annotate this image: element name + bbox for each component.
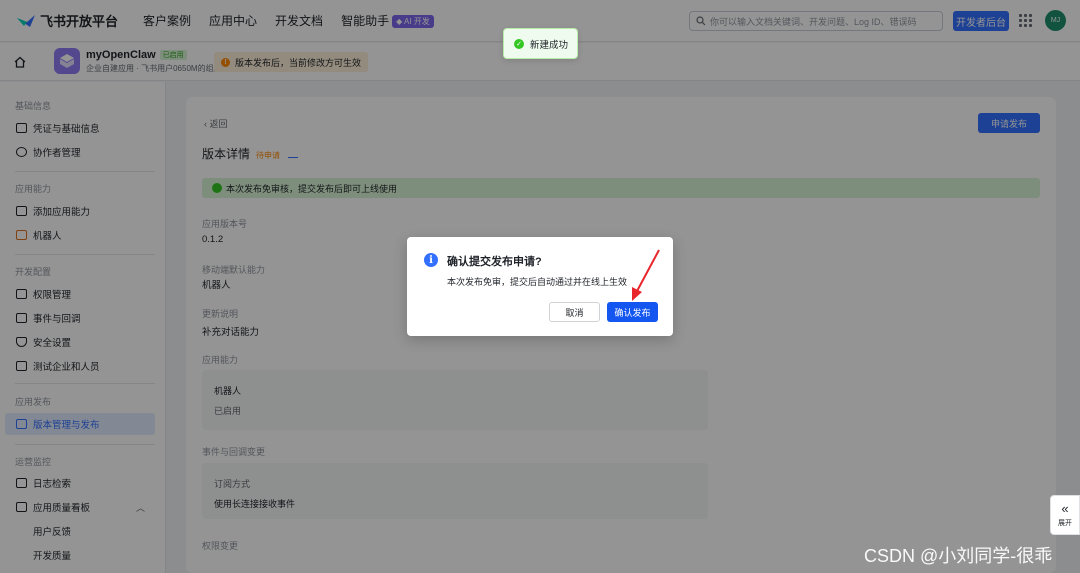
confirm-publish-button[interactable]: 确认发布 bbox=[607, 302, 658, 322]
confirm-publish-dialog: i 确认提交发布申请? 本次发布免审，提交后自动通过并在线上生效 取消 确认发布 bbox=[407, 237, 673, 336]
expand-panel-button[interactable]: « 展开 bbox=[1050, 495, 1080, 535]
cancel-button[interactable]: 取消 bbox=[549, 302, 600, 322]
expand-label: 展开 bbox=[1058, 520, 1072, 527]
watermark: CSDN @小刘同学-很乖 bbox=[864, 546, 1053, 566]
info-icon: i bbox=[424, 253, 438, 267]
success-toast: ✓ 新建成功 bbox=[503, 28, 578, 59]
check-circle-icon: ✓ bbox=[514, 38, 524, 49]
toast-text: 新建成功 bbox=[530, 39, 569, 51]
double-chevron-left-icon: « bbox=[1061, 501, 1069, 516]
dialog-body: 本次发布免审，提交后自动通过并在线上生效 bbox=[447, 277, 628, 287]
dialog-title: 确认提交发布申请? bbox=[447, 256, 542, 268]
